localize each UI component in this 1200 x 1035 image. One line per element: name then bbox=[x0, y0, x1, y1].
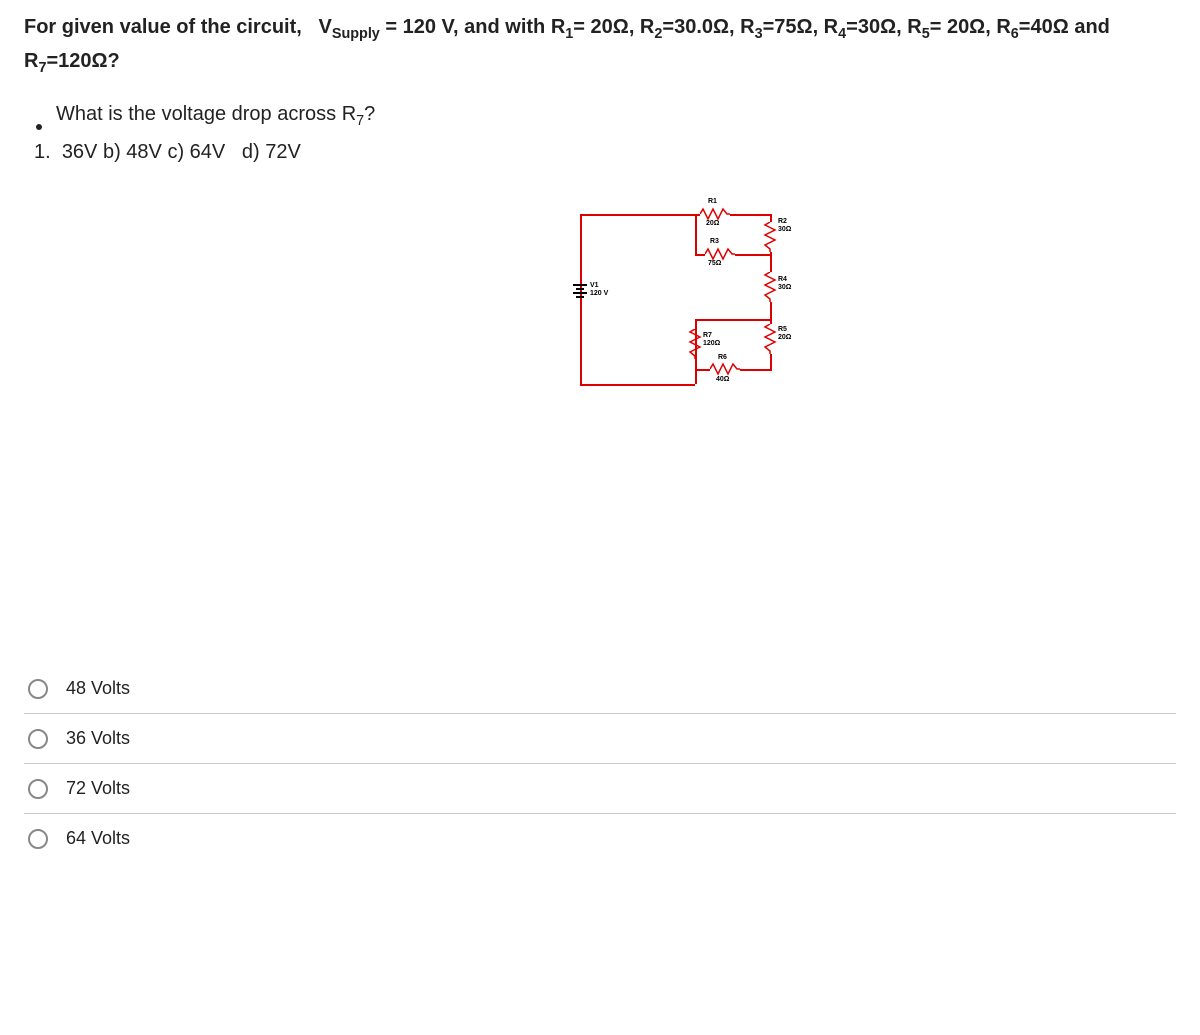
circuit-diagram: V1 120 V R1 20Ω R2 30Ω R3 75Ω R4 bbox=[570, 204, 830, 404]
radio-icon bbox=[28, 679, 48, 699]
choice-option[interactable]: 72 Volts bbox=[24, 764, 1176, 814]
r3-name: R3 bbox=[710, 238, 719, 246]
r6-value: 40Ω bbox=[716, 376, 729, 384]
r4-name: R4 bbox=[778, 276, 787, 284]
r5-name: R5 bbox=[778, 326, 787, 334]
sub-question: What is the voltage drop across R7? bbox=[56, 103, 375, 129]
r7-value: 120Ω bbox=[703, 340, 720, 348]
question-prompt: For given value of the circuit, VSupply … bbox=[24, 12, 1176, 79]
resistor-r5 bbox=[763, 324, 777, 354]
choice-label: 64 Volts bbox=[66, 828, 130, 849]
bullet-icon bbox=[36, 124, 42, 130]
resistor-r1 bbox=[700, 207, 730, 221]
choice-label: 72 Volts bbox=[66, 778, 130, 799]
choice-label: 48 Volts bbox=[66, 678, 130, 699]
radio-icon bbox=[28, 729, 48, 749]
r1-value: 20Ω bbox=[706, 220, 719, 228]
r7-name: R7 bbox=[703, 332, 712, 340]
source-name: V1 bbox=[590, 282, 599, 289]
resistor-r2 bbox=[763, 222, 777, 252]
r1-name: R1 bbox=[708, 198, 717, 206]
r2-name: R2 bbox=[778, 218, 787, 226]
choice-option[interactable]: 64 Volts bbox=[24, 814, 1176, 863]
inline-options-text: 36V b) 48V c) 64V d) 72V bbox=[62, 141, 301, 163]
r5-value: 20Ω bbox=[778, 334, 791, 342]
r4-value: 30Ω bbox=[778, 284, 791, 292]
answer-choices: 48 Volts 36 Volts 72 Volts 64 Volts bbox=[24, 664, 1176, 863]
radio-icon bbox=[28, 829, 48, 849]
resistor-r4 bbox=[763, 272, 777, 302]
choice-option[interactable]: 36 Volts bbox=[24, 714, 1176, 764]
r2-value: 30Ω bbox=[778, 226, 791, 234]
resistor-r6 bbox=[710, 362, 740, 376]
r3-value: 75Ω bbox=[708, 260, 721, 268]
choice-label: 36 Volts bbox=[66, 728, 130, 749]
inline-option-prefix: 1. bbox=[34, 141, 51, 163]
source-value: 120 V bbox=[590, 290, 608, 297]
radio-icon bbox=[28, 779, 48, 799]
choice-option[interactable]: 48 Volts bbox=[24, 664, 1176, 714]
r6-name: R6 bbox=[718, 354, 727, 362]
resistor-r7 bbox=[688, 329, 702, 359]
resistor-r3 bbox=[705, 247, 735, 261]
